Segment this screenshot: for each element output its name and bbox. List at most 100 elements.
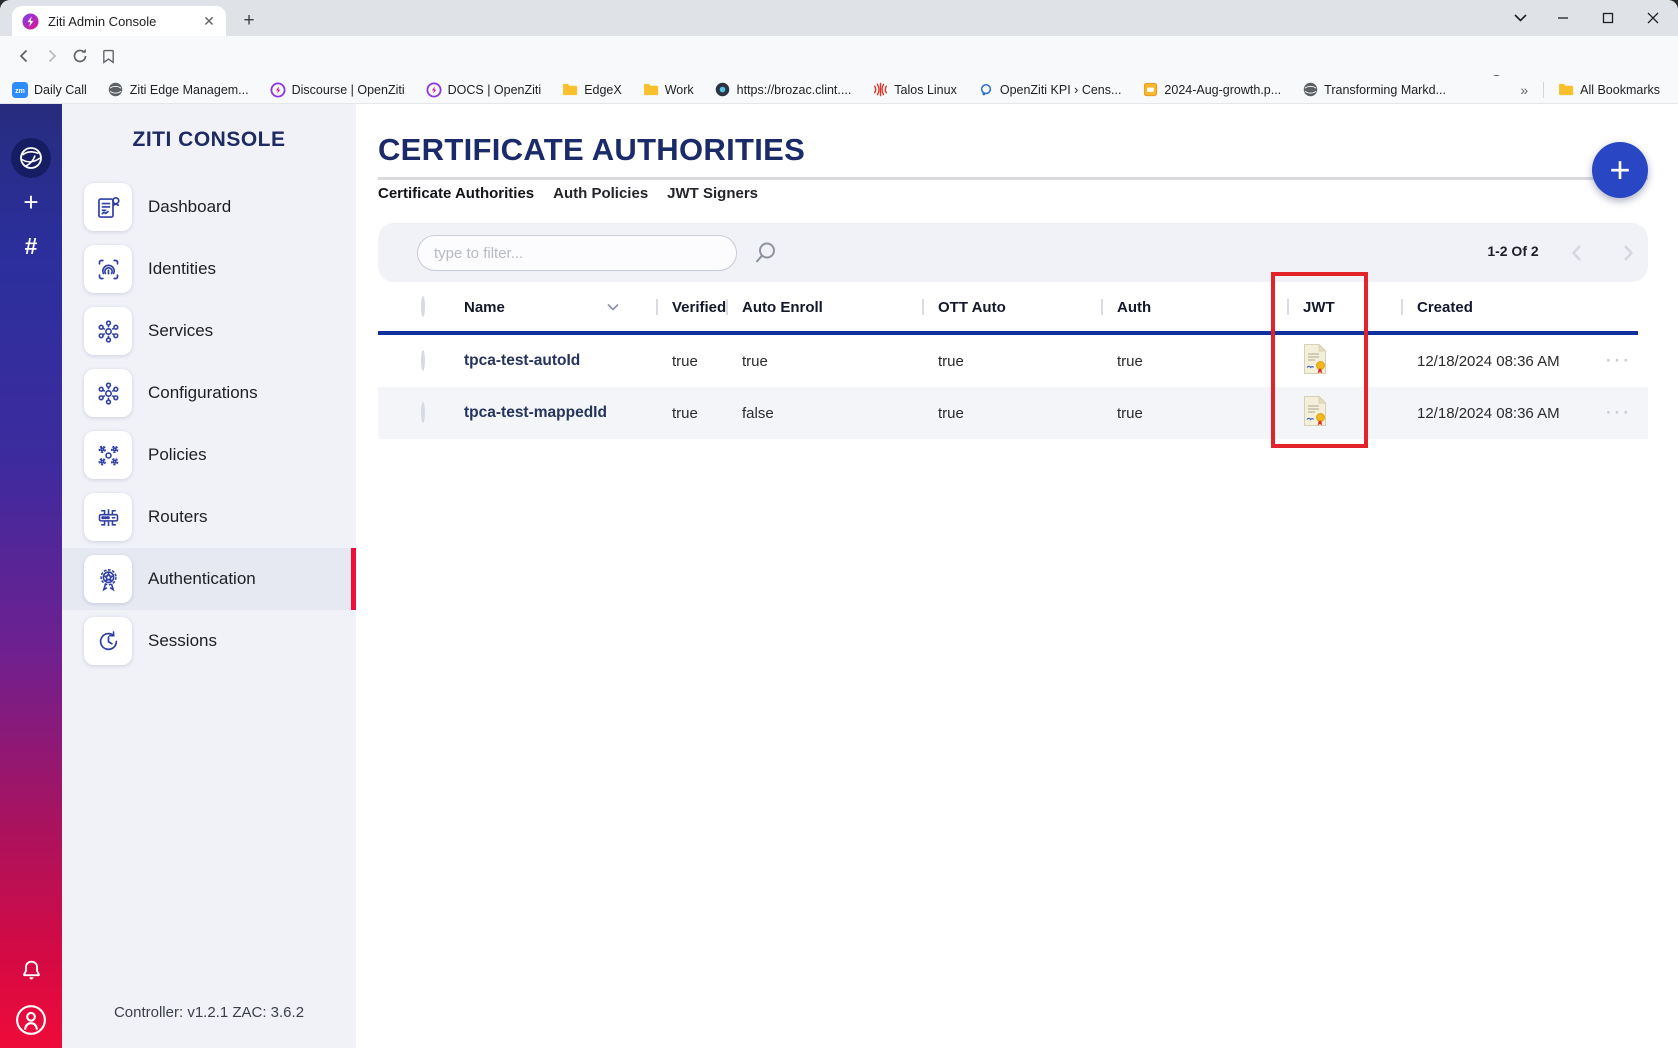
fingerprint-icon [84,245,132,293]
notifications-bell-icon[interactable] [0,957,62,983]
bookmark-item[interactable]: OpenZiti KPI › Cens... [978,82,1122,98]
all-bookmarks-label: All Bookmarks [1580,83,1660,97]
ca-auto-enroll: false [720,405,916,422]
bookmark-item[interactable]: 2024-Aug-growth.p... [1142,82,1281,98]
globe-dark-icon [1302,82,1318,98]
jwt-cert-icon[interactable] [1302,343,1328,380]
tab-certificate-authorities[interactable]: Certificate Authorities [378,185,534,202]
close-window-icon[interactable] [1636,5,1670,31]
tab-title: Ziti Admin Console [48,14,200,29]
bookmark-label: OpenZiti KPI › Cens... [1000,83,1122,97]
bookmark-item[interactable]: Ziti Edge Managem... [108,82,249,98]
bookmarks-divider [1543,82,1544,98]
sidebar-item-services[interactable]: Services [62,300,356,362]
title-divider [378,177,1648,180]
bookmarks-overflow-icon[interactable]: » [1520,82,1529,98]
zoom-icon: zm [12,82,28,98]
bookmark-item[interactable]: Work [643,82,694,98]
sort-chevron-icon[interactable] [607,303,619,311]
maximize-icon[interactable] [1591,5,1625,31]
select-all-checkbox[interactable] [421,296,425,317]
account-icon[interactable] [0,1003,62,1037]
version-footer: Controller: v1.2.1 ZAC: 3.6.2 [62,1004,356,1021]
bookmark-flag-icon[interactable] [94,42,122,70]
bookmark-item[interactable]: EdgeX [562,82,622,98]
ca-ott-auto: true [916,353,1095,370]
openziti-icon [270,82,286,98]
sidebar-item-label: Sessions [148,631,217,651]
column-header-auth[interactable]: Auth [1095,299,1281,316]
row-menu-icon[interactable]: ··· [1592,351,1648,371]
tab-search-icon[interactable] [1503,5,1537,31]
browser-window: Ziti Admin Console ✕ + [0,0,1678,1048]
forward-icon[interactable] [38,42,66,70]
bookmark-item[interactable]: Discourse | OpenZiti [270,82,405,98]
bookmark-item[interactable]: https://brozac.clint.... [715,82,852,98]
back-icon[interactable] [10,42,38,70]
filter-input[interactable] [417,235,737,271]
ca-created: 12/18/2024 08:36 AM [1395,405,1592,422]
table-row[interactable]: tpca-test-mappedId true false true true … [378,387,1648,439]
sidebar-item-dashboard[interactable]: Dashboard [62,176,356,238]
filter-bar: 1-2 Of 2 [378,223,1648,282]
tab-auth-policies[interactable]: Auth Policies [553,185,648,202]
column-header-verified[interactable]: Verified [650,299,720,316]
column-header-auto-enroll[interactable]: Auto Enroll [720,299,916,316]
bookmark-item[interactable]: zm Daily Call [12,82,87,98]
bookmark-label: EdgeX [584,83,622,97]
main-content: CERTIFICATE AUTHORITIES + Certificate Au… [356,104,1678,1048]
table-body: tpca-test-autoId true true true true 12/… [378,335,1648,439]
rail-hash-icon[interactable]: # [0,233,62,259]
next-page-icon[interactable] [1616,241,1640,265]
sidebar-item-authentication[interactable]: Authentication [62,548,356,610]
column-header-ott-auto[interactable]: OTT Auto [916,299,1095,316]
sidebar-item-label: Authentication [148,569,256,589]
row-checkbox[interactable] [421,402,425,423]
row-checkbox[interactable] [421,350,425,371]
bookmark-label: Discourse | OpenZiti [292,83,405,97]
folder-icon [562,82,578,98]
bookmarks-bar: zm Daily Call Ziti Edge Managem... Disco… [0,76,1678,104]
all-bookmarks-button[interactable]: All Bookmarks [1558,82,1660,98]
sidebar-item-label: Services [148,321,213,341]
sidebar-item-sessions[interactable]: Sessions [62,610,356,672]
ca-name[interactable]: tpca-test-autoId [442,352,650,370]
tab-jwt-signers[interactable]: JWT Signers [667,185,758,202]
bookmark-label: Work [665,83,694,97]
network-icon [84,369,132,417]
column-header-name[interactable]: Name [442,299,650,316]
sidebar-item-label: Identities [148,259,216,279]
ziti-console-app: + # ZITI CONSOLE Dashboard Identities Se… [0,104,1678,1048]
site-dark-icon [715,82,731,98]
bookmark-item[interactable]: Talos Linux [872,82,957,98]
bookmark-item[interactable]: DOCS | OpenZiti [426,82,542,98]
rail-add-icon[interactable]: + [0,189,62,215]
router-icon [84,493,132,541]
row-menu-icon[interactable]: ··· [1592,403,1648,423]
column-header-created[interactable]: Created [1395,299,1592,316]
search-icon[interactable] [752,240,778,271]
ziti-logo-icon[interactable] [0,138,62,178]
page-title: CERTIFICATE AUTHORITIES [378,132,805,168]
jwt-cert-icon[interactable] [1302,395,1328,432]
bookmark-label: https://brozac.clint.... [737,83,852,97]
bookmark-label: Talos Linux [894,83,957,97]
bookmark-item[interactable]: Transforming Markd... [1302,82,1446,98]
new-tab-button[interactable]: + [236,8,262,34]
network-icon [84,307,132,355]
sidebar-item-configurations[interactable]: Configurations [62,362,356,424]
reload-icon[interactable] [66,42,94,70]
browser-tab[interactable]: Ziti Admin Console ✕ [12,6,226,36]
minimize-icon[interactable] [1546,5,1580,31]
add-certificate-authority-button[interactable]: + [1592,142,1648,198]
table-row[interactable]: tpca-test-autoId true true true true 12/… [378,335,1648,387]
ca-name[interactable]: tpca-test-mappedId [442,404,650,422]
sidebar-item-identities[interactable]: Identities [62,238,356,300]
sidebar-item-routers[interactable]: Routers [62,486,356,548]
tab-close-icon[interactable]: ✕ [200,12,218,30]
sidebar-item-policies[interactable]: Policies [62,424,356,486]
table-header: Name Verified Auto Enroll OTT Auto Auth … [378,289,1648,325]
prev-page-icon[interactable] [1564,241,1588,265]
column-header-jwt[interactable]: JWT [1281,299,1395,316]
ca-auto-enroll: true [720,353,916,370]
